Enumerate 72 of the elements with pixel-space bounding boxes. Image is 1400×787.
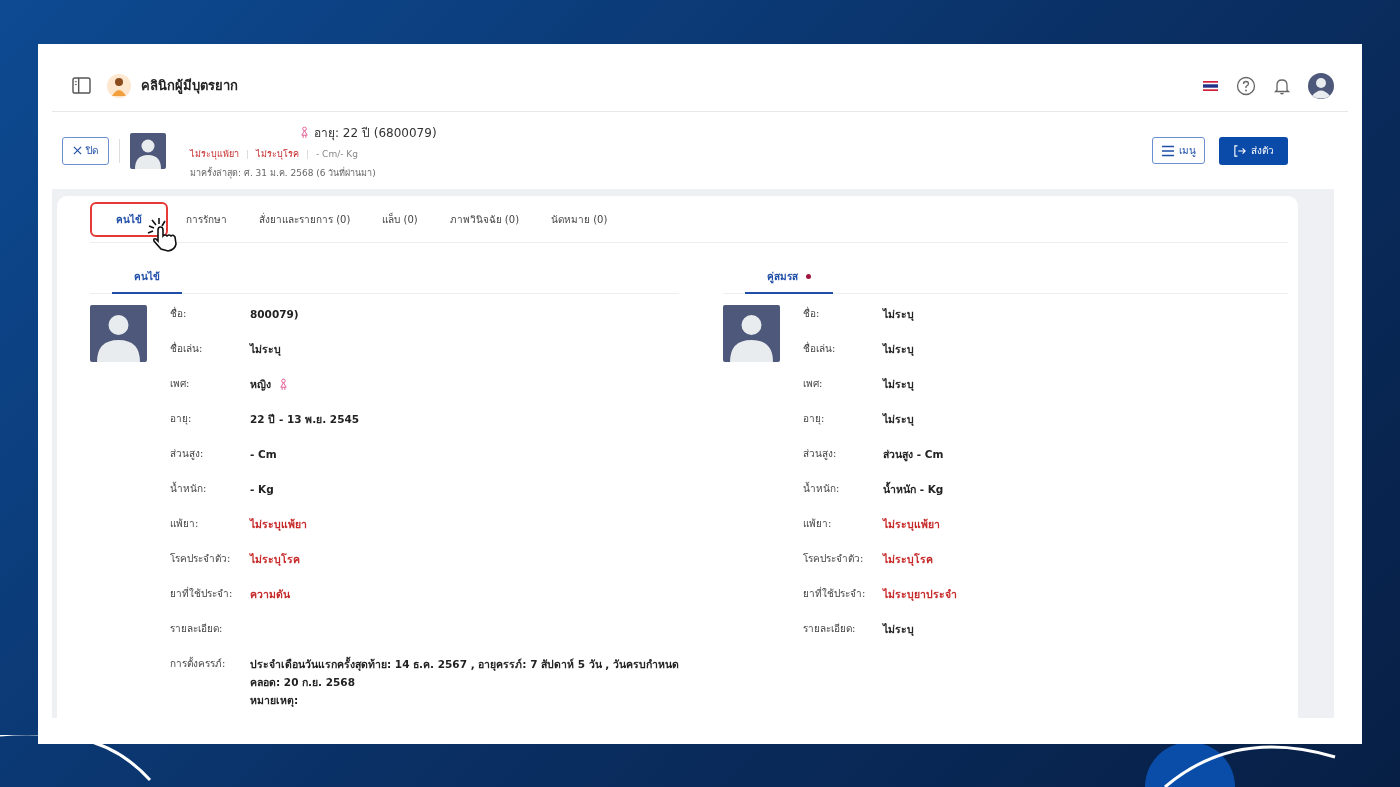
clinic-logo-icon bbox=[107, 73, 131, 98]
menu-icon bbox=[1161, 144, 1175, 157]
patient-tag: - Cm/- Kg bbox=[316, 149, 358, 159]
close-button[interactable]: ปิด bbox=[62, 136, 109, 165]
field-label: เพศ: bbox=[170, 377, 191, 391]
field-value: 800079) bbox=[250, 308, 299, 320]
field-label: ชื่อเล่น: bbox=[170, 340, 204, 356]
field-label: น้ำหนัก: bbox=[170, 480, 208, 496]
exit-arrow-icon bbox=[1233, 144, 1247, 157]
field-value: ส่วนสูง - Cm bbox=[883, 446, 944, 463]
clinic-name: คลินิกผู้มีบุตรยาก bbox=[141, 77, 238, 96]
field-value: ไม่ระบุ bbox=[883, 341, 914, 358]
field-label: เพศ: bbox=[803, 377, 824, 391]
female-icon bbox=[279, 377, 288, 391]
person-avatar bbox=[90, 305, 147, 362]
field-value: ไม่ระบุยาประจำ bbox=[883, 586, 957, 603]
field-label: รายละเอียด: bbox=[803, 622, 857, 636]
person-avatar bbox=[723, 305, 780, 362]
field-label: อายุ: bbox=[170, 412, 193, 427]
field-value: ความดัน bbox=[250, 586, 290, 602]
field-label: ยาที่ใช้ประจำ: bbox=[170, 585, 234, 601]
field-label: ยาที่ใช้ประจำ: bbox=[803, 585, 867, 601]
field-value: ไม่ระบุ bbox=[250, 341, 281, 358]
field-label: แพ้ยา: bbox=[803, 517, 833, 531]
field-label: โรคประจำตัว: bbox=[170, 552, 232, 566]
field-value: ไม่ระบุแพ้ยา bbox=[883, 516, 940, 533]
help-icon[interactable] bbox=[1236, 75, 1256, 96]
close-icon bbox=[73, 146, 82, 155]
field-label: ชื่อเล่น: bbox=[803, 340, 837, 356]
field-label: รายละเอียด: bbox=[170, 622, 224, 636]
flag-icon[interactable] bbox=[1203, 80, 1218, 91]
field-label: แพ้ยา: bbox=[170, 517, 200, 531]
patient-tag: ไม่ระบุโรค bbox=[256, 147, 299, 161]
section-tab[interactable]: คนไข้ bbox=[112, 265, 182, 294]
tab[interactable]: การรักษา bbox=[172, 202, 241, 237]
field-value: - Cm bbox=[250, 448, 277, 460]
sidebar-toggle-icon[interactable] bbox=[72, 77, 91, 94]
field-value: คลอด: 20 ก.ย. 2568 bbox=[250, 674, 355, 690]
field-value: น้ำหนัก - Kg bbox=[883, 480, 944, 497]
tab[interactable]: นัดหมาย (0) bbox=[537, 202, 622, 237]
field-label: ชื่อ: bbox=[170, 305, 188, 321]
field-label: น้ำหนัก: bbox=[803, 480, 841, 496]
user-avatar[interactable] bbox=[1308, 72, 1334, 99]
field-value: ไม่ระบุ bbox=[883, 376, 914, 393]
field-value: ประจำเดือนวันแรกครั้งสุดท้าย: 14 ธ.ค. 2567 , อายุครรภ์: 7 สัปดาห์ 5 วัน , วันครบกำหนด bbox=[250, 655, 679, 673]
section-tab[interactable]: คู่สมรส bbox=[745, 265, 833, 294]
field-value: ไม่ระบุแพ้ยา bbox=[250, 516, 307, 533]
tab[interactable]: สั่งยาและรายการ (0) bbox=[245, 202, 365, 237]
field-value: ไม่ระบุโรค bbox=[883, 551, 933, 568]
field-value: ไม่ระบุโรค bbox=[250, 551, 300, 568]
field-value: ไม่ระบุ bbox=[883, 621, 914, 638]
tab[interactable]: ภาพวินิจฉัย (0) bbox=[435, 202, 534, 237]
field-value: 22 ปี - 13 พ.ย. 2545 bbox=[250, 411, 360, 427]
patient-tag: ไม่ระบุแพ้ยา bbox=[190, 147, 239, 161]
field-value: - Kg bbox=[250, 483, 274, 495]
field-label: อายุ: bbox=[803, 412, 826, 427]
patient-avatar bbox=[130, 132, 166, 169]
field-label: การตั้งครรภ์: bbox=[170, 655, 227, 671]
tab[interactable]: แล็บ (0) bbox=[368, 202, 432, 237]
field-label: ส่วนสูง: bbox=[803, 447, 838, 462]
female-icon bbox=[300, 126, 309, 139]
field-value: ไม่ระบุ bbox=[883, 306, 914, 323]
field-label: ส่วนสูง: bbox=[170, 447, 205, 462]
field-value: หมายเหตุ: bbox=[250, 692, 299, 709]
field-value: ไม่ระบุ bbox=[883, 411, 914, 428]
field-label: โรคประจำตัว: bbox=[803, 552, 865, 566]
field-label: ชื่อ: bbox=[803, 305, 821, 321]
patient-age-id: อายุ: 22 ปี (6800079) bbox=[314, 125, 437, 142]
send-button[interactable]: ส่งตัว bbox=[1219, 136, 1288, 165]
menu-button[interactable]: เมนู bbox=[1152, 137, 1205, 164]
field-value: หญิง bbox=[250, 376, 271, 393]
last-visit-text: มาครั้งล่าสุด: ศ. 31 ม.ค. 2568 (6 วันที่ผ่านมา) bbox=[190, 166, 377, 180]
